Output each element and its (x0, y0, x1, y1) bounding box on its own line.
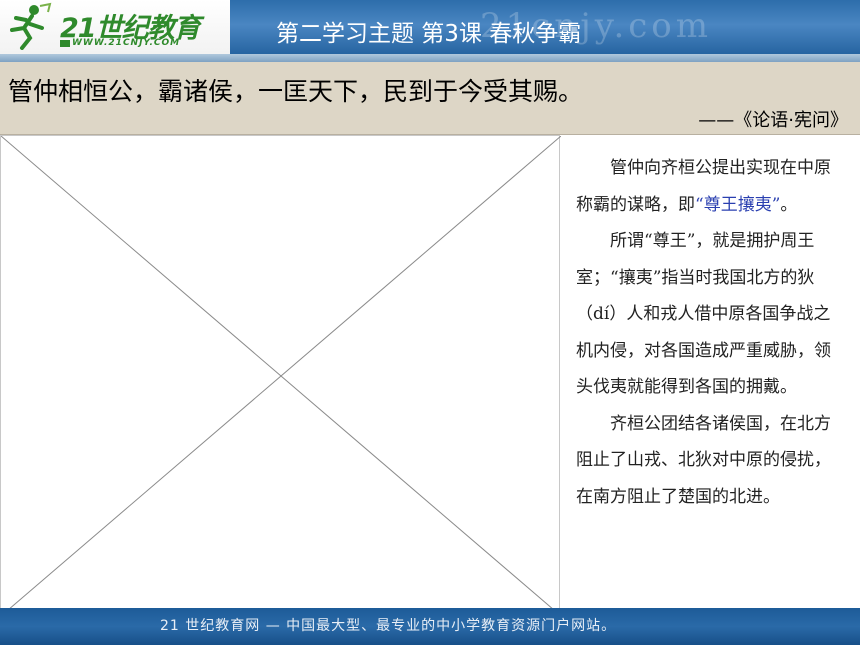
page-title: 第二学习主题 第3课 春秋争霸 (276, 21, 582, 47)
logo-url-bar (60, 40, 70, 47)
footer-banner: 21 世纪教育网 — 中国最大型、最专业的中小学教育资源门户网站。 (0, 608, 860, 645)
header-banner: 21cnjy.com 21世纪教育 WWW.21CNJY.COM 第二学习主题 … (0, 0, 860, 62)
highlight-term: “尊王攘夷” (695, 194, 781, 215)
broken-image-icon (1, 136, 561, 616)
paragraph-2: 所谓“尊王”，就是拥护周王室；“攘夷”指当时我国北方的狄（dí）人和戎人借中原各… (576, 231, 831, 397)
quote-band: 管仲相恒公，霸诸侯，一匡天下，民到于今受其赐。 ——《论语·宪问》 (0, 62, 860, 135)
paragraph-3: 齐桓公团结各诸侯国，在北方阻止了山戎、北狄对中原的侵扰，在南方阻止了楚国的北进。 (576, 413, 831, 507)
logo-url: WWW.21CNJY.COM (72, 38, 181, 48)
quote-source: ——《论语·宪问》 (698, 110, 848, 131)
paragraph-1-end: 。 (780, 194, 798, 215)
paragraph-1: 管仲向齐桓公提出实现在中原称霸的谋略，即“尊王攘夷”。 (576, 150, 844, 223)
runner-logo-icon (10, 2, 52, 50)
site-logo[interactable]: 21世纪教育 WWW.21CNJY.COM (0, 0, 230, 54)
footer-text: 21 世纪教育网 — 中国最大型、最专业的中小学教育资源门户网站。 (160, 618, 617, 634)
image-placeholder (0, 135, 561, 616)
header-divider (0, 54, 860, 62)
lesson-text: 管仲向齐桓公提出实现在中原称霸的谋略，即“尊王攘夷”。 所谓“尊王”，就是拥护周… (576, 150, 844, 515)
quote-text: 管仲相恒公，霸诸侯，一匡天下，民到于今受其赐。 (8, 77, 584, 106)
